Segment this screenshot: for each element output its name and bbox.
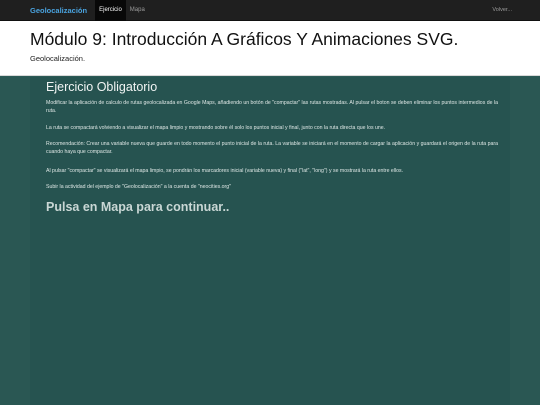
exercise-paragraph: La ruta se compactará volviendo a visual… — [46, 125, 386, 131]
exercise-paragraph: Modificar la aplicación de calculo de ru… — [46, 100, 498, 114]
main-content: Ejercicio Obligatorio Modificar la aplic… — [0, 77, 540, 405]
tab-mapa[interactable]: Mapa — [126, 0, 149, 21]
brand-link[interactable]: Geolocalización — [30, 6, 87, 15]
exercise-panel: Ejercicio Obligatorio Modificar la aplic… — [30, 77, 510, 405]
exercise-paragraph: Al pulsar "compactar" se visualizará el … — [46, 168, 404, 174]
page-subtitle: Geolocalización. — [30, 54, 86, 63]
top-navbar: Geolocalización Ejercicio Mapa Volver... — [0, 0, 540, 21]
exercise-paragraph: Subir la actividad del ejemplo de "Geolo… — [46, 184, 232, 190]
page-header: Módulo 9: Introducción A Gráficos Y Anim… — [0, 21, 540, 76]
page-title: Módulo 9: Introducción A Gráficos Y Anim… — [30, 29, 459, 49]
exercise-paragraph: Recomendación: Crear una variable nueva … — [46, 141, 498, 155]
tab-ejercicio[interactable]: Ejercicio — [95, 0, 126, 21]
exercise-title: Ejercicio Obligatorio — [46, 80, 158, 94]
call-to-action: Pulsa en Mapa para continuar.. — [46, 200, 230, 214]
volver-link[interactable]: Volver... — [492, 0, 512, 21]
